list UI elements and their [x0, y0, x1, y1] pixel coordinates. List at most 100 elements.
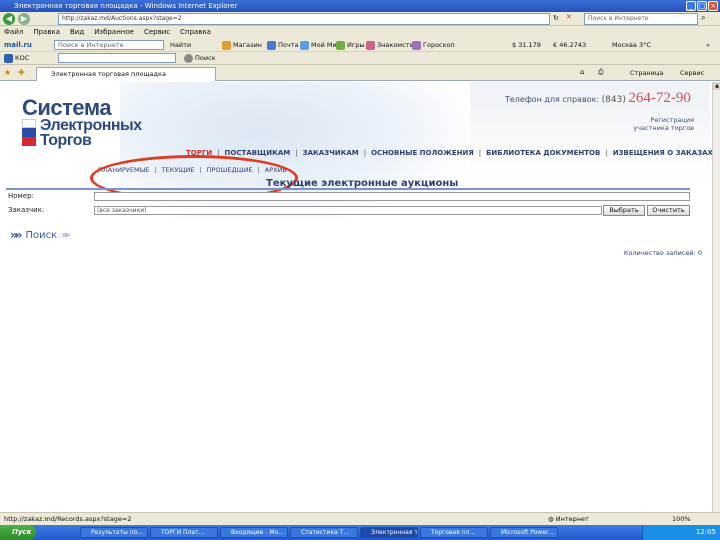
mail-logo[interactable]: mail.ru — [4, 38, 32, 51]
status-url: http://zakaz.md/Records.aspx?stage=2 — [4, 515, 132, 523]
weather[interactable]: Москва 3°C — [612, 38, 651, 51]
window-title: Электронная торговая площадка - Windows … — [14, 2, 238, 10]
search-icon[interactable]: ⌕ — [701, 13, 705, 23]
scroll-up-icon[interactable]: ▲ — [713, 82, 720, 90]
task-0[interactable]: Результаты по... — [80, 527, 148, 538]
nav-suppliers[interactable]: ПОСТАВЩИКАМ — [225, 149, 291, 157]
task-3[interactable]: Статистика Т... — [290, 527, 358, 538]
tab-row: ★ ✚ Электронная торговая площадка ⌂ ⎙ Ст… — [0, 65, 720, 81]
logo-line-3: Торгов — [40, 132, 92, 149]
minimize-button[interactable]: _ — [686, 1, 696, 11]
register-link[interactable]: Регистрация участника торгов — [622, 116, 694, 132]
close-button[interactable]: × — [708, 1, 718, 11]
phone-label: Телефон для справок: — [505, 95, 600, 104]
zoom-level[interactable]: 100% — [672, 513, 691, 525]
world-icon — [300, 40, 309, 50]
task-4[interactable]: Электронная то... — [360, 527, 418, 538]
site-logo[interactable]: Система Электронных Торгов — [22, 95, 182, 158]
menu-favorites[interactable]: Избранное — [94, 26, 134, 38]
vertical-scrollbar[interactable]: ▲ — [712, 82, 720, 512]
mail-toolbar: mail.ru Поиск в Интернете Найти Магазин … — [0, 38, 720, 52]
nav-library[interactable]: БИБЛИОТЕКА ДОКУМЕНТОВ — [486, 149, 600, 157]
tab-current[interactable]: Электронная торговая площадка — [36, 67, 216, 81]
menu-tools[interactable]: Сервис — [144, 26, 170, 38]
records-count: Количество записей: 0 — [623, 249, 702, 257]
magnifier-icon — [184, 53, 193, 63]
search-toggle[interactable]: »» Поиск »» — [10, 228, 71, 242]
nav-regulations[interactable]: ОСНОВНЫЕ ПОЛОЖЕНИЯ — [371, 149, 474, 157]
toolbar-item-horoscope[interactable]: Гороскоп — [412, 38, 455, 51]
add-favorite-icon[interactable]: ✚ — [18, 68, 25, 77]
flag-icon — [22, 119, 36, 147]
menu-file[interactable]: Файл — [4, 26, 23, 38]
shop-icon — [222, 40, 231, 50]
main-nav: ТОРГИ | ПОСТАВЩИКАМ | ЗАКАЗЧИКАМ | ОСНОВ… — [186, 149, 712, 157]
toolbar-item-shop[interactable]: Магазин — [222, 38, 262, 51]
stop-icon[interactable]: ✕ — [566, 13, 572, 21]
customer-label: Заказчик: — [8, 206, 45, 214]
toolbar-more-icon[interactable]: » — [706, 38, 710, 51]
taskbar: Пуск Результаты по... ТОРГИ Плат... Вход… — [0, 525, 720, 540]
page-content: Система Электронных Торгов Телефон для с… — [0, 82, 712, 512]
start-button[interactable]: Пуск — [0, 525, 36, 540]
app-icon — [4, 53, 13, 63]
mail-icon — [267, 40, 276, 50]
status-bar: http://zakaz.md/Records.aspx?stage=2 ◍ И… — [0, 512, 720, 525]
number-input[interactable] — [94, 192, 690, 201]
select-button[interactable]: Выбрать — [603, 205, 645, 216]
task-2[interactable]: Входящие - Mo... — [220, 527, 288, 538]
print-icon[interactable]: ⎙ — [598, 68, 604, 77]
dating-icon — [366, 40, 375, 50]
toolbar-item-games[interactable]: Игры — [336, 38, 365, 51]
menu-view[interactable]: Вид — [70, 26, 84, 38]
clear-button[interactable]: Очистить — [647, 205, 690, 216]
status-zone: ◍ Интернет — [548, 515, 589, 523]
search-toggle-label: Поиск — [25, 229, 58, 241]
nav-customers[interactable]: ЗАКАЗЧИКАМ — [303, 149, 359, 157]
toolbar2-search-input[interactable] — [58, 53, 176, 63]
phone-code: (843) — [601, 95, 626, 105]
forward-button[interactable]: ▶ — [18, 13, 30, 25]
double-chevron-right-icon: »» — [61, 229, 70, 241]
globe-icon: ◍ — [548, 515, 554, 523]
secondary-toolbar: КОС Поиск — [0, 52, 720, 65]
double-chevron-icon: »» — [10, 228, 22, 242]
phone-number: 264-72-90 — [628, 90, 691, 106]
logo-line-1: Система — [22, 95, 112, 120]
page-menu[interactable]: Страница — [630, 69, 663, 77]
find-button[interactable]: Найти — [170, 38, 191, 51]
eur-rate: € 46.2743 — [553, 41, 587, 49]
games-icon — [336, 40, 345, 50]
toolbar-item-myworld[interactable]: Мой Мир — [300, 38, 341, 51]
logo-line-2: Электронных — [40, 117, 142, 134]
menu-help[interactable]: Справка — [180, 26, 211, 38]
toolbar2-search-button[interactable]: Поиск — [184, 52, 216, 65]
nav-notices[interactable]: ИЗВЕЩЕНИЯ О ЗАКАЗАХ — [613, 149, 712, 157]
task-5[interactable]: Торговая пл... — [420, 527, 488, 538]
horoscope-icon — [412, 40, 421, 50]
window-title-bar: Электронная торговая площадка - Windows … — [0, 0, 720, 12]
address-bar-row: ◀ ▶ http://zakaz.md/Auctions.aspx?stage=… — [0, 12, 720, 26]
task-6[interactable]: Microsoft Power... — [490, 527, 558, 538]
customer-input[interactable]: (все заказчики) — [94, 206, 602, 215]
toolbar-item-mail[interactable]: Почта — [267, 38, 298, 51]
phone-block: Телефон для справок: (843) 264-72-90 — [505, 90, 691, 107]
toolbar-item-dating[interactable]: Знакомства — [366, 38, 417, 51]
home-icon[interactable]: ⌂ — [580, 68, 584, 76]
title-divider — [6, 188, 690, 190]
maximize-button[interactable]: □ — [697, 1, 707, 11]
task-1[interactable]: ТОРГИ Плат... — [150, 527, 218, 538]
favorites-star-icon[interactable]: ★ — [4, 68, 11, 77]
search-input-top[interactable]: Поиск в Интернете — [584, 13, 698, 25]
refresh-icon[interactable]: ↻ — [553, 14, 559, 22]
toolbar-search-input[interactable]: Поиск в Интернете — [54, 40, 164, 50]
tools-menu[interactable]: Сервис — [680, 69, 704, 77]
system-tray: 12:05 — [642, 525, 720, 540]
clock[interactable]: 12:05 — [696, 528, 716, 536]
address-field[interactable]: http://zakaz.md/Auctions.aspx?stage=2 — [58, 13, 550, 25]
menu-bar: Файл Правка Вид Избранное Сервис Справка — [0, 26, 720, 38]
app-button[interactable]: КОС — [4, 52, 29, 65]
menu-edit[interactable]: Правка — [33, 26, 60, 38]
number-label: Номер: — [8, 192, 34, 200]
back-button[interactable]: ◀ — [3, 13, 15, 25]
